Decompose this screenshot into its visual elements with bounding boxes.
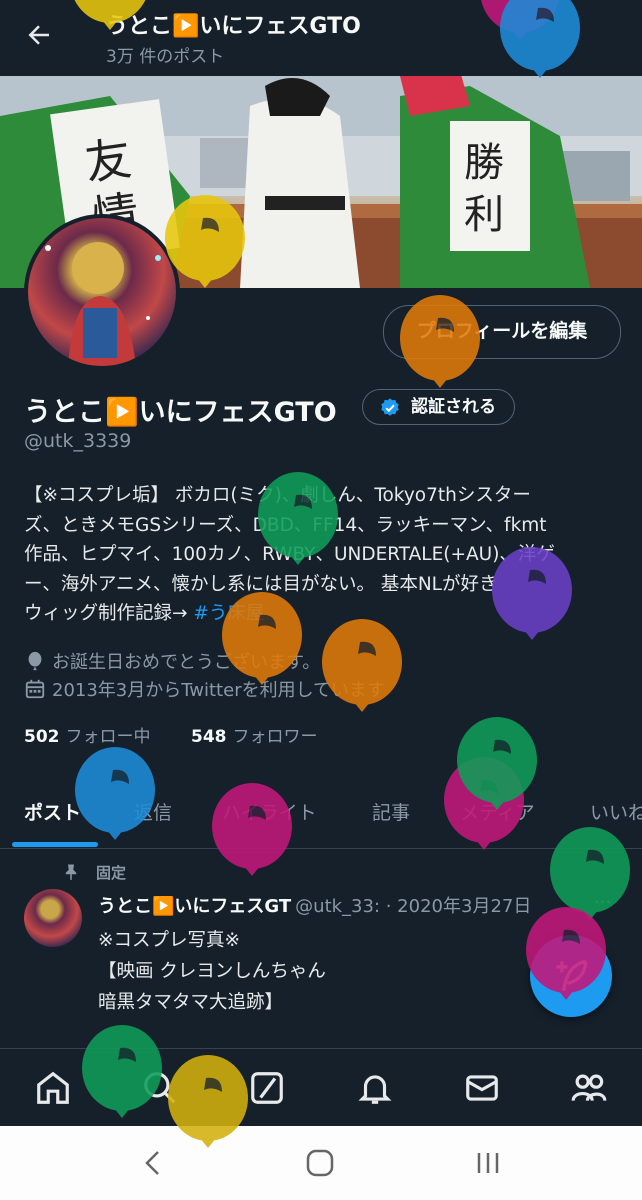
more-options-icon[interactable]: ··· [594,892,611,913]
pinned-label: 固定 [96,864,127,882]
verified-label: 認証される [411,397,496,417]
pin-icon [65,864,77,881]
system-navigation-bar [0,1126,642,1200]
svg-text:友: 友 [82,131,135,191]
bell-icon[interactable] [356,1069,394,1107]
mail-icon[interactable] [463,1069,501,1107]
profile-header-bar: うとこ▶️いにフェスGTO 3万 件のポスト [0,0,642,76]
profile-name: うとこ▶️いにフェスGTO [24,397,337,428]
bio-line: ー、海外アニメ、懐かし系には目がない。 基本NLが好き [24,573,498,595]
post-line: 【映画 クレヨンしんちゃん [98,961,326,982]
profile-avatar[interactable] [24,214,180,370]
header-title: うとこ▶️いにフェスGTO [106,14,361,39]
avatar-photo [45,242,161,366]
joined-text: 2013年3月からTwitterを利用しています [52,680,386,701]
bio-line: ウィッグ制作記録→ #う床屋 [24,599,624,629]
joined-row: 2013年3月からTwitterを利用しています [24,676,385,702]
bio-hashtag-link[interactable]: #う床屋 [193,603,264,624]
system-back-icon[interactable] [140,1148,166,1178]
verified-badge-button[interactable]: 認証される [362,389,515,425]
system-recents-icon[interactable] [474,1148,502,1178]
tab-highlights[interactable]: ハイライト [222,798,317,825]
bio-line: 作品、ヒプマイ、100カノ、RWBY、UNDERTALE(+AU)、洋ゲ [24,544,555,565]
post-handle-date: @utk_33: · 2020年3月27日 [295,896,532,917]
grok-icon[interactable] [248,1069,286,1107]
following-count: 502 [24,727,60,747]
tab-media[interactable]: メディア [460,798,535,825]
calendar-icon [25,679,45,699]
compose-button[interactable] [530,935,612,1017]
bottom-navigation [0,1048,642,1127]
home-icon[interactable] [34,1069,72,1107]
post-text[interactable]: ※コスプレ写真※ 【映画 クレヨンしんちゃん 暗黒タマタマ大追跡】 [98,925,326,1018]
tab-replies[interactable]: 返信 [134,798,172,825]
tab-articles[interactable]: 記事 [372,798,410,825]
feather-plus-icon [556,959,588,991]
bio-last-prefix: ウィッグ制作記録→ [24,603,194,624]
birthday-row: お誕生日おめでとうございます。 [24,648,320,674]
post-author-name[interactable]: うとこ▶️いにフェスGT [98,896,291,917]
active-tab-indicator [12,842,98,847]
post-header: うとこ▶️いにフェスGT @utk_33: · 2020年3月27日 [98,892,531,918]
svg-text:利: 利 [464,192,504,238]
people-icon[interactable] [570,1069,608,1107]
bio-line: 【※コスプレ垢】 ボカロ(ミク)、劇しん、Tokyo7thシスター [24,485,531,506]
post-line: ※コスプレ写真※ [98,930,241,951]
followers-label: フォロワー [232,727,318,747]
verified-badge-icon [381,398,399,416]
post-line: 暗黒タマタマ大追跡】 [98,992,284,1013]
system-home-icon[interactable] [305,1148,335,1178]
search-icon[interactable] [141,1069,179,1107]
tab-likes[interactable]: いいね [590,798,642,825]
following-label: フォロー中 [65,727,151,747]
arrow-left-icon[interactable] [24,20,54,50]
followers-link[interactable]: 548 フォロワー [191,722,318,747]
balloon-icon [28,651,42,671]
following-link[interactable]: 502 フォロー中 [24,722,151,747]
followers-count: 548 [191,727,227,747]
profile-tabs: ポスト 返信 ハイライト 記事 メディア いいね [0,780,642,849]
tab-posts[interactable]: ポスト [24,798,81,825]
profile-bio: 【※コスプレ垢】 ボカロ(ミク)、劇しん、Tokyo7thシスター ズ、ときメモ… [24,481,624,629]
post-author-avatar[interactable] [24,889,82,947]
birthday-text: お誕生日おめでとうございます。 [52,652,321,673]
bio-line: ズ、ときメモGSシリーズ、DBD、FF14、ラッキーマン、fkmt [24,514,547,536]
svg-text:勝: 勝 [464,140,504,186]
profile-handle: @utk_3339 [24,430,132,452]
post-count: 3万 件のポスト [106,47,225,67]
edit-profile-button[interactable]: プロフィールを編集 [383,305,621,359]
